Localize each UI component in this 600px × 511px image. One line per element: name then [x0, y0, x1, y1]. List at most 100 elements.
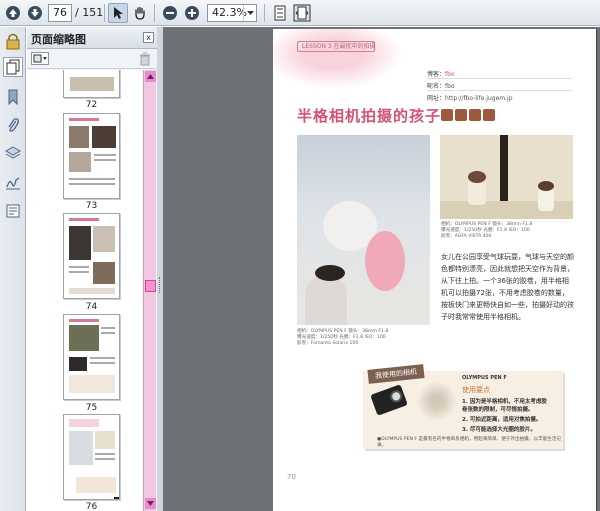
thumbnail-list: 72 73 74 75 76 [27, 70, 143, 511]
scroll-up-icon [147, 74, 154, 79]
scrollbar-thumb[interactable] [145, 280, 156, 292]
zoom-out-button[interactable] [160, 3, 180, 23]
page-thumbnails-button[interactable] [3, 57, 23, 77]
thumbnail-label: 74 [85, 302, 98, 312]
meta-key: 网址： [427, 95, 446, 102]
scroll-down-button[interactable] [145, 498, 156, 509]
square-icon [455, 109, 467, 121]
signature-icon [6, 177, 20, 190]
meta-key: 博客： [427, 71, 446, 78]
cursor-icon [114, 7, 123, 19]
meta-value: fbo [445, 71, 455, 78]
document-page: LESSON 3 在最优中的拍摄 博客：fbo 昵名：fbo 网址：http:/… [273, 29, 596, 511]
attachments-button[interactable] [3, 115, 23, 135]
chevron-down-icon [246, 10, 254, 15]
layers-icon [5, 146, 21, 159]
meta-row: 昵名：fbo [427, 81, 455, 90]
zoom-dropdown-button[interactable] [243, 5, 256, 21]
bookmarks-button[interactable] [3, 87, 23, 107]
title-icons [441, 109, 497, 124]
balloon-photo [297, 135, 430, 325]
lesson-tag: LESSON 3 在最优中的拍摄 [297, 41, 376, 52]
layers-button[interactable] [3, 143, 23, 163]
meta-key: 昵名： [427, 83, 446, 90]
content-button[interactable] [3, 201, 23, 221]
meta-row: 博客：fbo [427, 69, 455, 78]
minus-circle-icon [163, 6, 177, 20]
paperclip-icon [8, 118, 19, 132]
arrow-down-icon [28, 6, 42, 20]
toolbar-divider [154, 4, 155, 22]
thumbnail-page-75[interactable] [63, 314, 120, 400]
square-icon [483, 109, 495, 121]
page-total: / 151 [75, 6, 104, 19]
pages-icon [6, 59, 20, 75]
thumbnail-label: 76 [85, 502, 98, 511]
splitter-grip[interactable] [159, 277, 161, 293]
photo-caption: 相机：OLYMPUS PEN F 镜头：38mm F1.8 曝光速度：1/250… [441, 222, 532, 240]
header-decoration [273, 29, 403, 89]
camera-tip: 1. 因为是半格相机，不用太考虑胶 [462, 399, 547, 405]
article-body: 女儿在公园享受气球玩耍，气球与天空的颜色都特别漂亮，因此就想把天空作为背景，从下… [441, 253, 574, 321]
lock-button[interactable] [3, 31, 23, 51]
fit-page-button[interactable] [270, 3, 290, 23]
panel-toolbar [27, 49, 157, 69]
toolbar-divider [104, 4, 105, 22]
signatures-button[interactable] [3, 173, 23, 193]
camera-box-subheading: 使用要点 [462, 386, 490, 394]
meta-row: 网址：http://fbo-life.jugem.jp [427, 93, 513, 102]
options-icon [33, 54, 47, 63]
camera-tip: 2. 可拍近距离，适用对焦拍摄。 [462, 417, 542, 423]
meta-value: fbo [445, 83, 455, 90]
article-title: 半格相机拍摄的孩子 [297, 107, 442, 125]
meta-value: http://fbo-life.jugem.jp [445, 95, 513, 102]
select-tool-button[interactable] [108, 3, 128, 23]
next-page-button[interactable] [25, 3, 45, 23]
square-icon [441, 109, 453, 121]
camera-box-note: ●OLYMPUS PEN F 是最有名的半格单反相机，用起来简单，便于外出拍摄，… [377, 437, 561, 448]
camera-box-heading: OLYMPUS PEN F [462, 375, 507, 381]
options-button[interactable] [31, 52, 49, 65]
scroll-down-icon [147, 501, 154, 506]
scroll-up-button[interactable] [145, 71, 156, 82]
previous-page-button[interactable] [3, 3, 23, 23]
content-icon [6, 204, 20, 218]
zoom-in-button[interactable] [182, 3, 202, 23]
thumbnail-panel: 页面缩略图 x 72 73 74 75 76 [27, 27, 157, 511]
toolbar-divider [264, 4, 265, 22]
fit-page-icon [274, 5, 286, 21]
hand-tool-button[interactable] [130, 3, 150, 23]
delete-button[interactable] [139, 52, 151, 69]
thumbnail-page-76[interactable] [63, 414, 120, 500]
camera-tip: 卷张数的限制，可尽情拍摄。 [462, 407, 534, 413]
thumbnail-page-73[interactable] [63, 113, 120, 199]
trash-icon [140, 52, 150, 66]
page-number-input[interactable]: 76 [48, 4, 72, 22]
document-view[interactable]: LESSON 3 在最优中的拍摄 博客：fbo 昵名：fbo 网址：http:/… [163, 27, 600, 511]
bookmark-icon [8, 89, 18, 105]
thumbnail-label: 72 [85, 100, 98, 110]
thumbnail-label: 73 [85, 201, 98, 211]
thumbnail-scrollbar[interactable] [143, 70, 156, 511]
navigation-rail [0, 27, 26, 511]
page-number: 70 [287, 473, 296, 481]
flower-decoration [417, 381, 457, 421]
fit-width-icon [293, 4, 311, 22]
thumbnail-page-74[interactable] [63, 213, 120, 299]
fit-width-button[interactable] [292, 3, 312, 23]
photo-caption: 相机：OLYMPUS PEN F 镜头：38mm F1.8 曝光速度：1/250… [297, 329, 388, 347]
arrow-up-icon [6, 6, 20, 20]
panel-title: 页面缩略图 [31, 33, 86, 46]
camera-tip: 3. 尽可能选择大光圈的胶片。 [462, 427, 536, 433]
hand-icon [135, 6, 145, 20]
caption-line: 胶卷：Fomanto Solarix 100 [297, 341, 359, 346]
thumbnail-page-72[interactable] [63, 70, 120, 98]
thumbnail-label: 75 [85, 403, 98, 413]
children-photo [440, 135, 573, 219]
panel-close-button[interactable]: x [143, 32, 154, 43]
square-icon [469, 109, 481, 121]
plus-circle-icon [185, 6, 199, 20]
toolbar: 76 / 151 42.3% [0, 0, 600, 26]
panel-header: 页面缩略图 x [27, 27, 157, 49]
lock-icon [6, 33, 20, 50]
